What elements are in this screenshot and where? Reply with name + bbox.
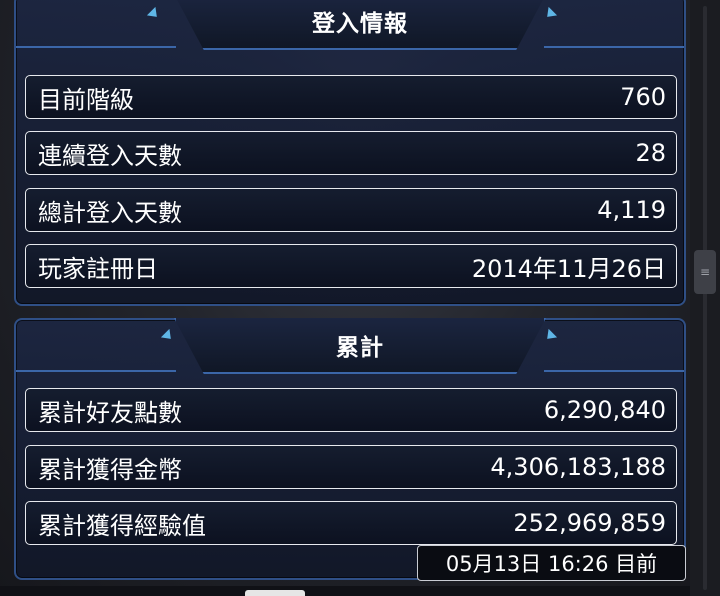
header-divider-left bbox=[16, 370, 176, 372]
totals-title: 累計 bbox=[336, 335, 384, 361]
header-divider-right bbox=[544, 370, 684, 372]
totals-row-experience: 累計獲得經驗值 252,969,859 bbox=[25, 501, 677, 545]
bottom-button-edge[interactable] bbox=[245, 590, 305, 596]
row-value: 4,306,183,188 bbox=[490, 453, 666, 481]
row-label: 連續登入天數 bbox=[38, 141, 182, 170]
login-row-consecutive-days: 連續登入天數 28 bbox=[25, 131, 677, 175]
login-row-total-days: 總計登入天數 4,119 bbox=[25, 188, 677, 232]
login-info-header: 登入情報 bbox=[174, 0, 546, 50]
bottom-strip bbox=[0, 586, 690, 596]
row-value: 28 bbox=[635, 139, 666, 167]
row-label: 總計登入天數 bbox=[38, 198, 182, 227]
row-label: 累計獲得金幣 bbox=[38, 455, 182, 484]
totals-panel: 累計 累計好友點數 6,290,840 累計獲得金幣 4,306,183,188… bbox=[14, 318, 686, 580]
login-info-panel: 登入情報 目前階級 760 連續登入天數 28 總計登入天數 4,119 玩家註… bbox=[14, 0, 686, 306]
row-label: 玩家註冊日 bbox=[38, 254, 158, 283]
row-label: 累計獲得經驗值 bbox=[38, 511, 206, 540]
timestamp-badge: 05月13日 16:26 目前 bbox=[417, 545, 686, 581]
row-value: 252,969,859 bbox=[513, 509, 666, 537]
row-value: 760 bbox=[620, 83, 666, 111]
login-info-title: 登入情報 bbox=[312, 11, 408, 37]
scroll-track[interactable] bbox=[703, 6, 707, 590]
header-divider-left bbox=[16, 46, 176, 48]
totals-header: 累計 bbox=[174, 318, 546, 374]
login-row-current-rank: 目前階級 760 bbox=[25, 75, 677, 119]
header-divider-right bbox=[544, 46, 684, 48]
header-corner-left-icon bbox=[160, 328, 176, 344]
header-corner-left-icon bbox=[146, 6, 162, 22]
scrollbar[interactable]: ≡ bbox=[690, 0, 720, 596]
row-label: 累計好友點數 bbox=[38, 398, 182, 427]
header-corner-right-icon bbox=[542, 328, 558, 344]
totals-row-friend-points: 累計好友點數 6,290,840 bbox=[25, 388, 677, 432]
row-value: 2014年11月26日 bbox=[471, 254, 666, 283]
header-corner-right-icon bbox=[542, 6, 558, 22]
login-row-register-date: 玩家註冊日 2014年11月26日 bbox=[25, 244, 677, 288]
totals-row-coins: 累計獲得金幣 4,306,183,188 bbox=[25, 445, 677, 489]
row-value: 4,119 bbox=[597, 196, 666, 224]
row-label: 目前階級 bbox=[38, 85, 134, 114]
scroll-grip-icon[interactable]: ≡ bbox=[694, 250, 716, 294]
row-value: 6,290,840 bbox=[543, 396, 666, 424]
